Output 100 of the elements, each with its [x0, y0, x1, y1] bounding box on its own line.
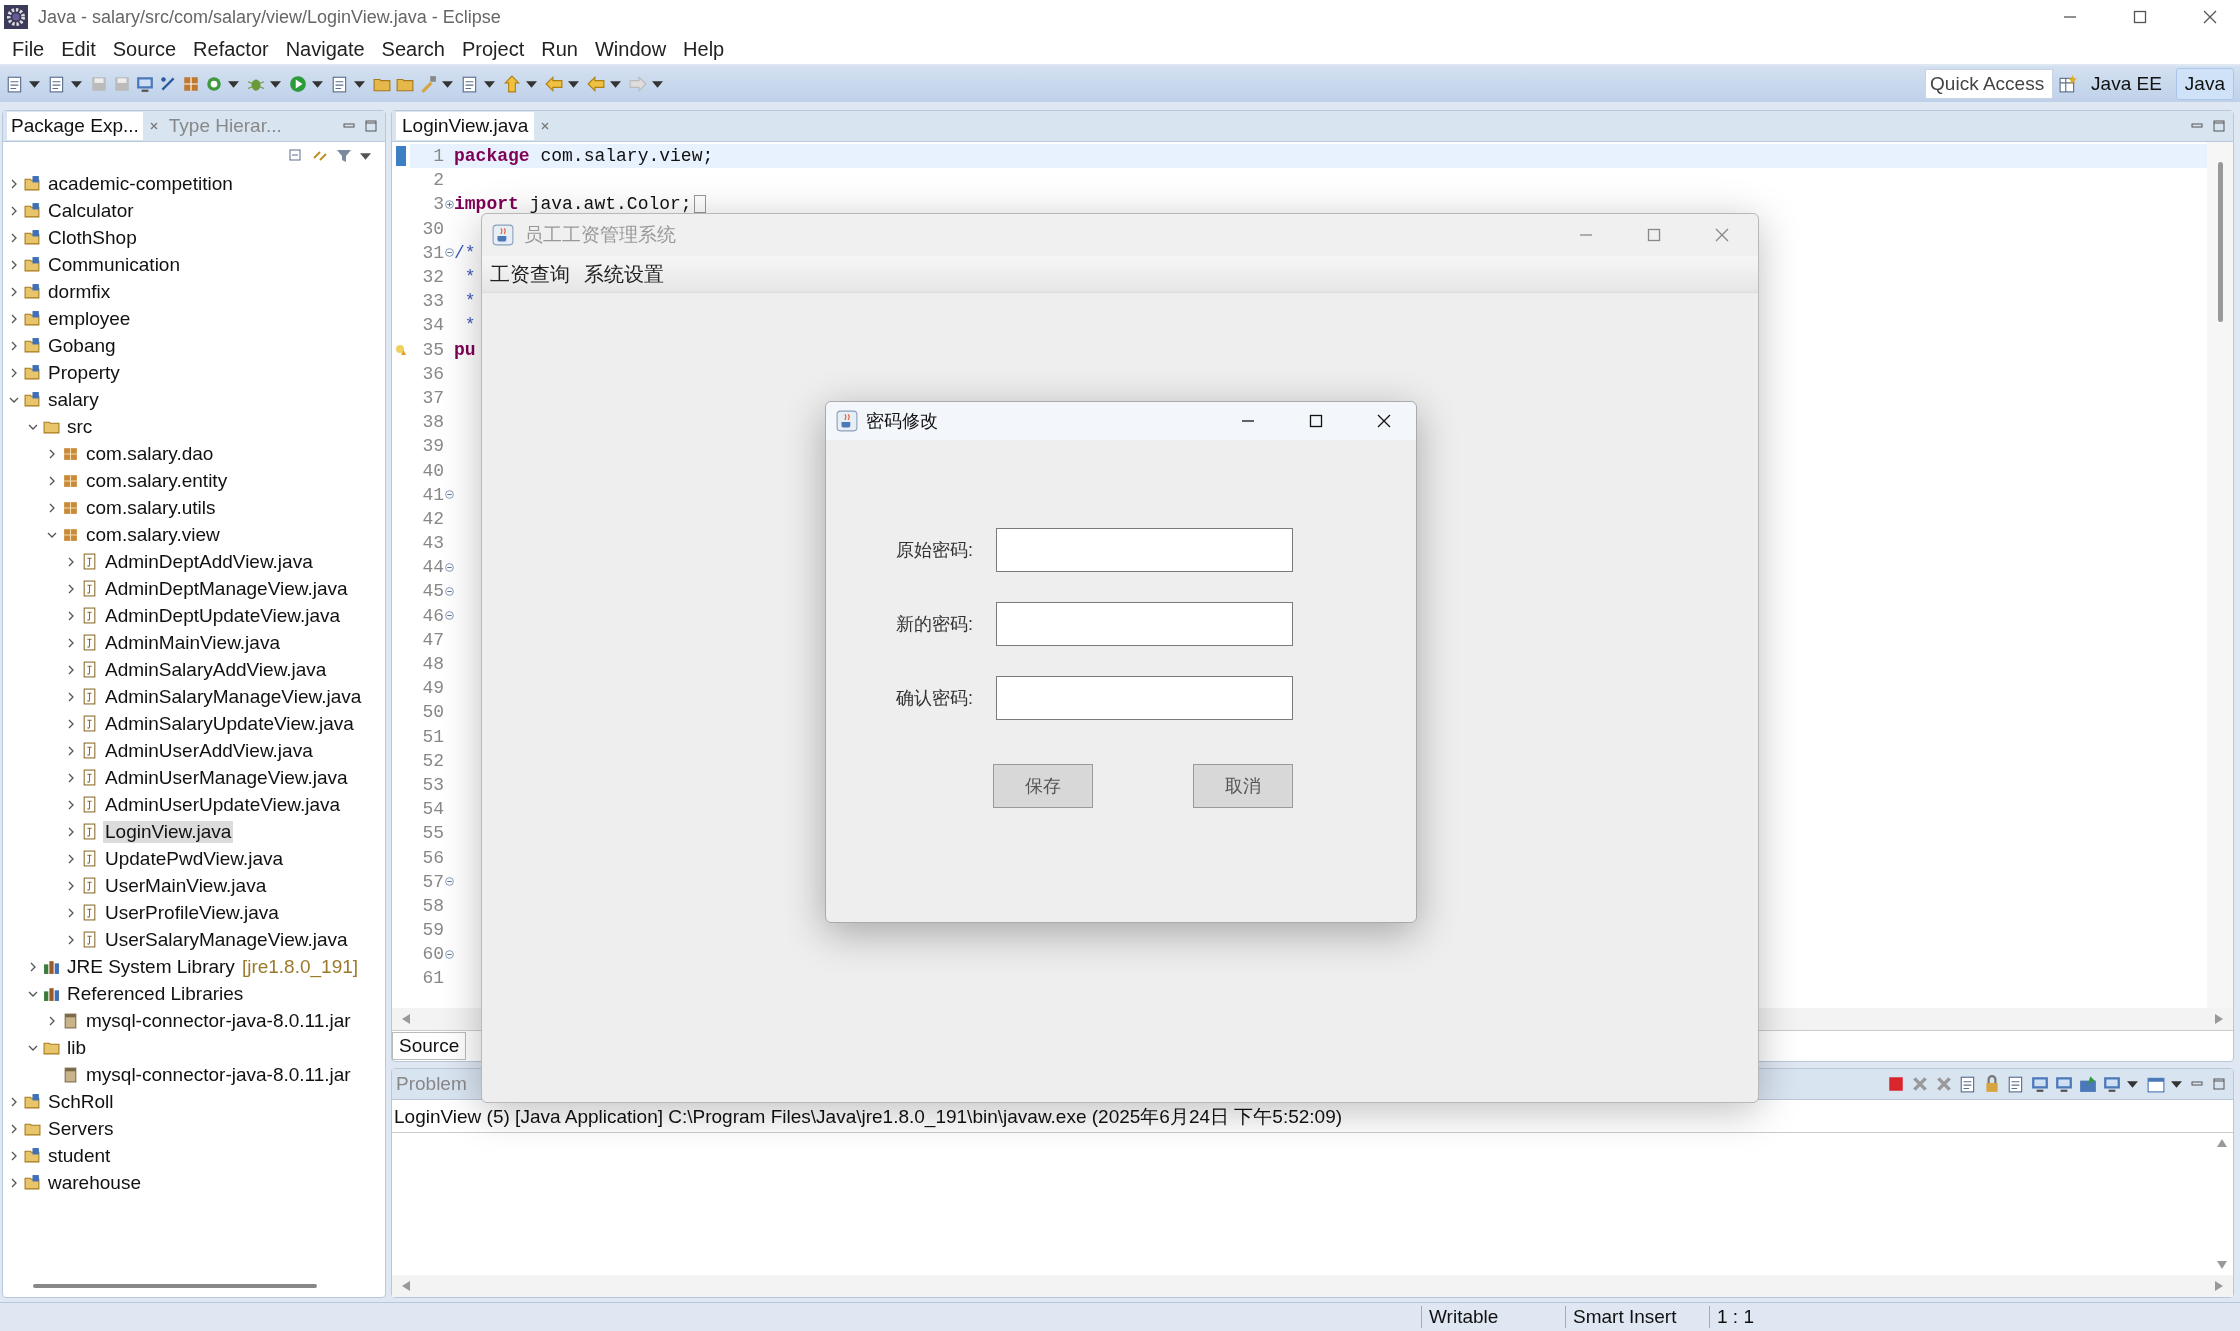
folded-code-marker[interactable]: [693, 195, 706, 214]
tree-item[interactable]: Calculator: [46, 199, 136, 222]
tree-item[interactable]: com.salary.entity: [84, 469, 230, 492]
tree-item[interactable]: SchRoll: [46, 1090, 116, 1113]
menu-item[interactable]: Window: [586, 37, 676, 61]
dropdown-caret-icon[interactable]: [312, 80, 323, 88]
dialog-button[interactable]: 取消: [1193, 764, 1293, 808]
dropdown-caret-icon[interactable]: [360, 152, 371, 160]
menu-item[interactable]: Navigate: [277, 37, 374, 61]
password-field[interactable]: [996, 528, 1293, 572]
document-icon[interactable]: [1959, 1075, 1977, 1093]
scroll-left-icon[interactable]: [402, 1281, 410, 1291]
collapse-icon[interactable]: [444, 586, 454, 596]
scroll-down-icon[interactable]: [2217, 1261, 2227, 1269]
menu-item[interactable]: 工资查询: [490, 260, 570, 288]
dropdown-caret-icon[interactable]: [526, 80, 537, 88]
quick-access-field[interactable]: Quick Access: [1925, 69, 2054, 99]
tree-item[interactable]: AdminUserAddView.java: [103, 739, 315, 762]
tree-item[interactable]: src: [65, 415, 95, 438]
monitor-icon[interactable]: [136, 75, 154, 93]
dropdown-caret-icon[interactable]: [442, 80, 453, 88]
dropdown-caret-icon[interactable]: [71, 80, 82, 88]
console-icon[interactable]: [2031, 1075, 2049, 1093]
menu-item[interactable]: Edit: [53, 37, 105, 61]
menu-item[interactable]: Project: [454, 37, 534, 61]
collapse-icon[interactable]: [444, 248, 454, 258]
tree-item[interactable]: lib: [65, 1036, 88, 1059]
tree-item[interactable]: employee: [46, 307, 133, 330]
tree-item[interactable]: UserProfileView.java: [103, 901, 281, 924]
dropdown-caret-icon[interactable]: [484, 80, 495, 88]
scrollbar-thumb[interactable]: [33, 1284, 317, 1288]
window-icon[interactable]: [2147, 1075, 2165, 1093]
arrow-left-icon[interactable]: [587, 75, 605, 93]
dropdown-caret-icon[interactable]: [228, 80, 239, 88]
tree-item[interactable]: warehouse: [46, 1171, 143, 1194]
dropdown-caret-icon[interactable]: [2127, 1080, 2138, 1088]
password-field[interactable]: [996, 676, 1293, 720]
editor-tab[interactable]: LoginView.java: [396, 112, 535, 140]
collapse-icon[interactable]: [444, 611, 454, 621]
source-tab[interactable]: Source: [392, 1032, 467, 1060]
collapse-icon[interactable]: [444, 877, 454, 887]
password-field[interactable]: [996, 602, 1293, 646]
collapse-icon[interactable]: [444, 490, 454, 500]
tree-item[interactable]: AdminUserManageView.java: [103, 766, 350, 789]
tree-item[interactable]: Servers: [46, 1117, 116, 1140]
scroll-up-icon[interactable]: [2217, 1139, 2227, 1147]
console-icon[interactable]: [2055, 1075, 2073, 1093]
menu-item[interactable]: Refactor: [185, 37, 278, 61]
expand-icon[interactable]: [444, 199, 454, 209]
menu-item[interactable]: 系统设置: [584, 260, 664, 288]
tree-item[interactable]: LoginView.java: [103, 820, 234, 843]
view-tab[interactable]: Package Exp...: [7, 112, 143, 140]
dropdown-caret-icon[interactable]: [2171, 1080, 2182, 1088]
tree-item[interactable]: AdminDeptManageView.java: [103, 577, 350, 600]
dropdown-caret-icon[interactable]: [354, 80, 365, 88]
tree-item[interactable]: com.salary.utils: [84, 496, 218, 519]
maximize-icon[interactable]: [2132, 9, 2148, 25]
tree-item[interactable]: academic-competition: [46, 172, 235, 195]
dialog-button[interactable]: 保存: [993, 764, 1093, 808]
tree-item[interactable]: AdminSalaryUpdateView.java: [103, 712, 356, 735]
tree-item[interactable]: Referenced Libraries: [65, 982, 246, 1005]
new-file-icon[interactable]: [6, 75, 24, 93]
stop-icon[interactable]: [1887, 1075, 1905, 1093]
tree-item[interactable]: Property: [46, 361, 122, 384]
tree-item[interactable]: Communication: [46, 253, 182, 276]
open-perspective-icon[interactable]: [2059, 75, 2078, 93]
tree-item[interactable]: AdminSalaryManageView.java: [103, 685, 364, 708]
run-icon[interactable]: [289, 75, 307, 93]
tree-item[interactable]: salary: [46, 388, 101, 411]
tree-item[interactable]: student: [46, 1144, 113, 1167]
collapse-icon[interactable]: [444, 949, 454, 959]
menu-item[interactable]: Source: [104, 37, 186, 61]
tree-item[interactable]: AdminUserUpdateView.java: [103, 793, 343, 816]
tree-item[interactable]: dormfix: [46, 280, 113, 303]
menu-item[interactable]: Help: [675, 37, 734, 61]
menu-item[interactable]: Run: [533, 37, 587, 61]
scroll-left-icon[interactable]: [402, 1014, 410, 1024]
dropdown-caret-icon[interactable]: [29, 80, 40, 88]
dropdown-caret-icon[interactable]: [270, 80, 281, 88]
tree-item[interactable]: AdminSalaryAddView.java: [103, 658, 329, 681]
monitor-icon[interactable]: [2103, 1075, 2121, 1093]
tree-item[interactable]: UserSalaryManageView.java: [103, 928, 350, 951]
tree-item[interactable]: AdminDeptAddView.java: [103, 550, 315, 573]
menu-item[interactable]: File: [4, 37, 54, 61]
tree-item[interactable]: UpdatePwdView.java: [103, 847, 286, 870]
maximize-icon[interactable]: [1308, 413, 1324, 429]
scrollbar-thumb[interactable]: [2217, 162, 2223, 322]
package-icon[interactable]: [182, 75, 200, 93]
dropdown-caret-icon[interactable]: [568, 80, 579, 88]
tree-item[interactable]: AdminMainView.java: [103, 631, 282, 654]
close-icon[interactable]: [1376, 413, 1392, 429]
perspective-button[interactable]: Java: [2175, 68, 2234, 100]
filter-icon[interactable]: [336, 148, 352, 164]
scroll-right-icon[interactable]: [2215, 1014, 2223, 1024]
refresh-icon[interactable]: [205, 75, 223, 93]
tree-item[interactable]: ClothShop: [46, 226, 139, 249]
menu-item[interactable]: Search: [373, 37, 454, 61]
back-icon[interactable]: [545, 75, 563, 93]
tree-item[interactable]: JRE System Library: [65, 955, 237, 978]
tree-item[interactable]: mysql-connector-java-8.0.11.jar: [84, 1009, 353, 1032]
